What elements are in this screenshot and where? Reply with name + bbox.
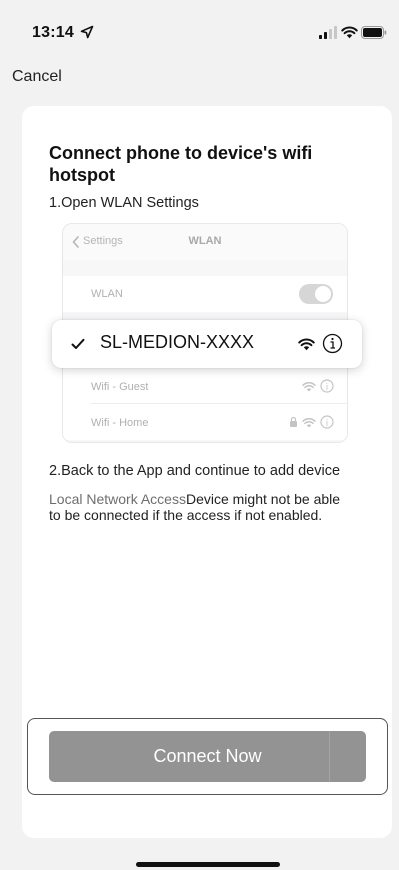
location-arrow-icon xyxy=(80,25,94,39)
step-2-text: 2.Back to the App and continue to add de… xyxy=(49,463,341,479)
connect-now-button[interactable]: Connect Now xyxy=(49,731,366,782)
local-network-access-link[interactable]: Local Network Access xyxy=(49,491,186,507)
hotspot-network-highlight: SL-MEDION-XXXX xyxy=(52,320,362,368)
cellular-signal-icon xyxy=(319,26,337,39)
lock-wifi-info-icon: i xyxy=(290,415,334,429)
wifi-info-icon: i xyxy=(302,379,334,393)
illustration-wlan-label: WLAN xyxy=(91,288,123,300)
step-1-text: 1.Open WLAN Settings xyxy=(49,195,199,211)
illustration-title: WLAN xyxy=(188,235,222,247)
wifi-icon xyxy=(298,338,315,351)
network-name-label: Wifi - Guest xyxy=(91,381,149,393)
wlan-toggle-illustration xyxy=(299,284,333,304)
local-network-note: Local Network AccessDevice might not be … xyxy=(49,491,349,523)
network-name-label: Wifi - Home xyxy=(91,417,149,429)
illustration-network-row: Wifi - Home i xyxy=(63,404,347,440)
home-indicator xyxy=(136,862,280,867)
illustration-wlan-row: WLAN xyxy=(63,276,347,312)
svg-text:i: i xyxy=(326,418,329,428)
info-icon xyxy=(322,333,343,354)
button-edge xyxy=(329,731,330,782)
hotspot-ssid: SL-MEDION-XXXX xyxy=(100,332,255,352)
wifi-icon xyxy=(341,26,358,39)
status-time: 13:14 xyxy=(32,24,74,41)
toggle-knob xyxy=(315,286,331,302)
checkmark-icon xyxy=(71,338,85,349)
status-bar: 13:14 xyxy=(0,0,399,56)
illustration-network-row: Wifi - Guest i xyxy=(63,368,347,404)
page-title: Connect phone to device's wifi hotspot xyxy=(49,143,313,185)
battery-icon xyxy=(361,26,387,39)
cancel-button[interactable]: Cancel xyxy=(12,68,62,86)
illustration-header: Settings WLAN xyxy=(63,224,347,260)
svg-text:i: i xyxy=(326,382,329,392)
connect-now-label: Connect Now xyxy=(153,746,262,766)
